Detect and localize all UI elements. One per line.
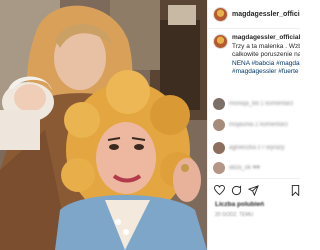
comment-row: agnieszka z r wyrazy xyxy=(213,140,300,156)
caption-line-2: calkowite poruszenie na xyxy=(232,51,300,58)
post-timestamp: 20 GODZ. TEMU xyxy=(215,212,254,218)
comment-text: mojaunia 2 komentarz xyxy=(229,122,289,128)
post-photo-image xyxy=(0,0,207,250)
comment-row: mojaunia 2 komentarz xyxy=(213,117,300,133)
header-divider xyxy=(208,28,300,29)
comment-avatar[interactable] xyxy=(213,98,225,110)
post-sidebar: magdagessler_official magdagessler_offic… xyxy=(207,0,300,250)
post-photo[interactable] xyxy=(0,0,207,250)
comment-avatar[interactable] xyxy=(213,162,225,174)
comment-text: moniqa_bd 1 komentarz xyxy=(229,101,294,107)
caption-hashtags-1[interactable]: NENA #babcia #magda xyxy=(232,60,300,69)
heart-icon[interactable] xyxy=(214,185,225,195)
comment-avatar[interactable] xyxy=(213,119,225,131)
post-actions xyxy=(214,183,300,197)
comment-avatar[interactable] xyxy=(213,142,225,154)
post-caption: magdagessler_official Trzy a ta malenka … xyxy=(213,34,300,77)
post-username[interactable]: magdagessler_official xyxy=(232,11,300,18)
caption-text: magdagessler_official Trzy a ta malenka … xyxy=(232,34,300,77)
share-icon[interactable] xyxy=(248,184,259,196)
actions-divider xyxy=(208,178,300,179)
caption-avatar[interactable] xyxy=(213,34,228,49)
comment-text: aliza_ok ♥♥ xyxy=(229,165,260,171)
comment-row: moniqa_bd 1 komentarz xyxy=(213,96,300,112)
bookmark-icon[interactable] xyxy=(291,184,300,196)
caption-hashtags-2[interactable]: #magdagessler #fuerte xyxy=(232,68,300,77)
caption-username[interactable]: magdagessler_official xyxy=(232,34,300,41)
likes-count[interactable]: Liczba polubień xyxy=(215,201,264,208)
comment-text: agnieszka z r wyrazy xyxy=(229,145,285,151)
profile-avatar[interactable] xyxy=(213,6,228,22)
comment-icon[interactable] xyxy=(231,184,242,196)
comment-row: aliza_ok ♥♥ xyxy=(213,160,300,176)
caption-line-1: Trzy a ta malenka . Wzbu xyxy=(232,42,300,50)
post-header: magdagessler_official xyxy=(213,4,300,24)
